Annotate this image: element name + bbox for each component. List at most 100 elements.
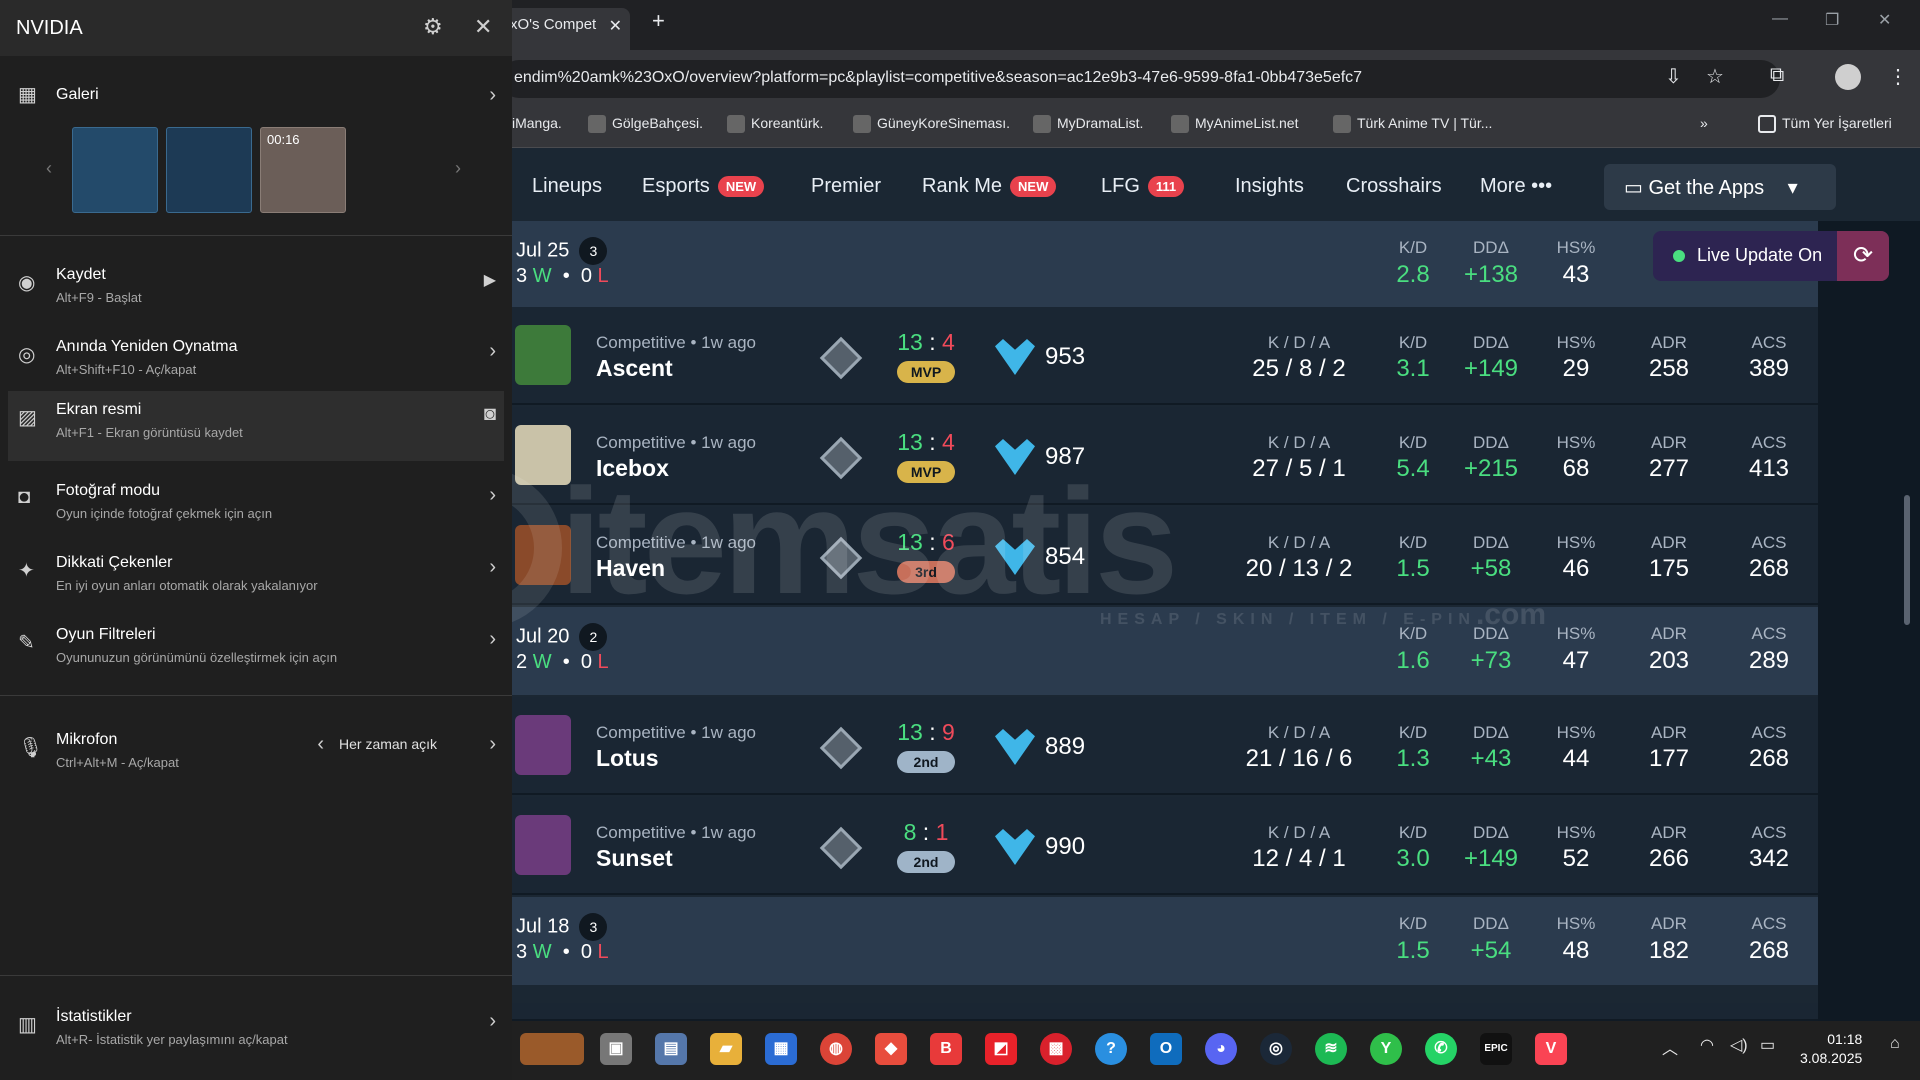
app-icon[interactable]: ▤ xyxy=(655,1033,687,1065)
menu-icon[interactable]: ⋮ xyxy=(1888,64,1908,89)
tab-title: xO's Compet xyxy=(510,16,597,33)
chevron-left-icon[interactable]: ‹ xyxy=(317,733,324,756)
chevron-down-icon: ▾ xyxy=(1787,177,1798,199)
nvidia-title: NVIDIA xyxy=(16,17,83,39)
nav-label: More xyxy=(1480,175,1526,197)
url-field[interactable]: endim%20amk%23OxO/overview?platform=pc&p… xyxy=(500,60,1780,98)
tray-chevron-icon[interactable]: ︿ xyxy=(1662,1035,1678,1059)
camera-icon: ◘ xyxy=(18,486,31,508)
battery-icon[interactable]: ▭ xyxy=(1760,1035,1775,1055)
bookmark-star-icon[interactable]: ☆ xyxy=(1706,64,1724,89)
highlights-item[interactable]: ✦ Dikkati Çekenler En iyi oyun anları ot… xyxy=(8,544,504,614)
gallery-thumbnail[interactable] xyxy=(72,127,158,213)
minimize-icon[interactable]: — xyxy=(1772,10,1788,28)
camera-icon[interactable]: ◙ xyxy=(484,403,496,426)
instant-replay-item[interactable]: ◎ Anında Yeniden Oynatma Alt+Shift+F10 -… xyxy=(8,328,504,398)
get-the-apps-button[interactable]: ▭ Get the Apps ▾ xyxy=(1604,164,1836,210)
record-icon: ◉ xyxy=(18,272,36,294)
kda-label: K / D / A xyxy=(1267,533,1331,552)
app-icon[interactable]: Y xyxy=(1370,1033,1402,1065)
photo-mode-item[interactable]: ◘ Fotoğraf modu Oyun içinde fotoğraf çek… xyxy=(8,472,504,542)
valorant-icon[interactable]: V xyxy=(1535,1033,1567,1065)
nav-premier[interactable]: Premier xyxy=(811,175,881,198)
bookmarks-overflow-icon[interactable]: » xyxy=(1700,115,1708,131)
refresh-icon[interactable]: ⟳ xyxy=(1837,231,1889,281)
bookmark-item[interactable]: MyAnimeList.net xyxy=(1171,115,1298,134)
chevron-right-icon[interactable]: › xyxy=(489,733,496,756)
acs-label: ACS xyxy=(1751,914,1787,933)
nav-lineups[interactable]: Lineups xyxy=(532,175,602,198)
microphone-item: 🎙 Mikrofon Ctrl+Alt+M - Aç/kapat ‹ Her z… xyxy=(8,721,504,791)
close-icon[interactable]: ✕ xyxy=(474,14,492,40)
help-icon[interactable]: ? xyxy=(1095,1033,1127,1065)
gallery-item[interactable]: ▦ Galeri › xyxy=(8,62,504,118)
screenshot-item[interactable]: ▨ Ekran resmi Alt+F1 - Ekran görüntüsü k… xyxy=(8,391,504,461)
nav-insights[interactable]: Insights xyxy=(1235,175,1304,198)
extensions-icon[interactable]: ⧉ xyxy=(1770,64,1784,87)
file-explorer-icon[interactable]: ▰ xyxy=(710,1033,742,1065)
new-tab-icon[interactable]: + xyxy=(652,8,665,34)
new-badge: NEW xyxy=(717,176,765,198)
item-description: Oyununuzun görünümünü özelleştirmek için… xyxy=(56,650,338,665)
gear-icon[interactable]: ⚙ xyxy=(423,14,443,40)
steam-icon[interactable]: ◎ xyxy=(1260,1033,1292,1065)
nav-esports[interactable]: Esports NEW xyxy=(642,175,765,198)
play-icon[interactable]: ▶ xyxy=(484,270,496,290)
app-icon[interactable]: ◆ xyxy=(875,1033,907,1065)
profile-avatar[interactable] xyxy=(1835,64,1861,90)
team-score: 13 xyxy=(897,719,923,745)
bookmark-item[interactable]: GüneyKoreSineması. xyxy=(853,115,1011,134)
game-launcher-icon[interactable]: ▩ xyxy=(1040,1033,1072,1065)
get-apps-label: Get the Apps xyxy=(1648,177,1765,199)
whatsapp-icon[interactable]: ✆ xyxy=(1425,1033,1457,1065)
nav-lfg[interactable]: LFG 111 xyxy=(1101,175,1185,198)
losses-value: 0 xyxy=(580,941,592,963)
browser-tab[interactable]: xO's Compet ✕ xyxy=(500,8,630,50)
match-count-badge: 3 xyxy=(579,913,608,941)
nav-rank-me[interactable]: Rank Me NEW xyxy=(922,175,1057,198)
amd-icon[interactable]: ◩ xyxy=(985,1033,1017,1065)
bookmark-label: GüneyKoreSineması. xyxy=(877,115,1011,131)
nav-crosshairs[interactable]: Crosshairs xyxy=(1346,175,1442,198)
epic-games-icon[interactable]: EPIC xyxy=(1480,1033,1512,1065)
install-icon[interactable]: ⇩ xyxy=(1665,64,1682,89)
nav-more[interactable]: More ••• xyxy=(1480,175,1552,198)
tab-close-icon[interactable]: ✕ xyxy=(609,16,622,36)
bookmark-item[interactable]: Koreantürk. xyxy=(727,115,823,134)
bookmark-item[interactable]: MyDramaList. xyxy=(1033,115,1143,134)
clock[interactable]: 01:18 3.08.2025 xyxy=(1800,1030,1862,1068)
kda-label: K / D / A xyxy=(1267,433,1331,452)
gallery-thumbnail[interactable] xyxy=(166,127,252,213)
gallery-thumbnail[interactable]: 00:16 xyxy=(260,127,346,213)
record-item[interactable]: ◉ Kaydet Alt+F9 - Başlat ▶ xyxy=(8,256,504,326)
bookmark-item[interactable]: GölgeBahçesi. xyxy=(588,115,703,134)
bookmarks-folder[interactable]: Tüm Yer İşaretleri xyxy=(1758,115,1892,134)
scrollbar-thumb[interactable] xyxy=(1904,495,1910,625)
match-mode: Competitive • 1w ago xyxy=(596,723,756,742)
weather-widget[interactable] xyxy=(520,1033,584,1065)
store-icon[interactable]: ▦ xyxy=(765,1033,797,1065)
live-update-toggle[interactable]: Live Update On ⟳ xyxy=(1653,231,1889,281)
kda-value: 27 / 5 / 1 xyxy=(1252,455,1346,482)
bookmark-item[interactable]: Türk Anime TV | Tür... xyxy=(1333,115,1492,134)
notification-icon[interactable]: ⌂ xyxy=(1890,1035,1900,1053)
spotify-icon[interactable]: ≋ xyxy=(1315,1033,1347,1065)
item-title: Mikrofon xyxy=(56,731,118,748)
wifi-icon[interactable]: ◠ xyxy=(1700,1035,1714,1055)
adr-value: 175 xyxy=(1648,555,1690,582)
game-filters-item[interactable]: ✎ Oyun Filtreleri Oyununuzun görünümünü … xyxy=(8,616,504,686)
gallery-next-icon[interactable]: › xyxy=(455,158,461,179)
close-window-icon[interactable]: ✕ xyxy=(1878,10,1891,30)
gallery-prev-icon[interactable]: ‹ xyxy=(46,158,52,179)
statistics-item[interactable]: ▥ İstatistikler Alt+R- İstatistik yer pa… xyxy=(8,998,504,1068)
win-letter: W xyxy=(532,265,552,287)
team-score: 8 xyxy=(903,819,917,845)
volume-icon[interactable]: ◁) xyxy=(1730,1035,1748,1055)
chrome-icon[interactable]: ◍ xyxy=(820,1033,852,1065)
discord-icon[interactable]: ◕ xyxy=(1205,1033,1237,1065)
outlook-icon[interactable]: O xyxy=(1150,1033,1182,1065)
bookmark-item[interactable]: iManga. xyxy=(512,115,562,131)
task-view-icon[interactable]: ▣ xyxy=(600,1033,632,1065)
brave-icon[interactable]: B xyxy=(930,1033,962,1065)
maximize-icon[interactable]: ❐ xyxy=(1825,10,1839,30)
